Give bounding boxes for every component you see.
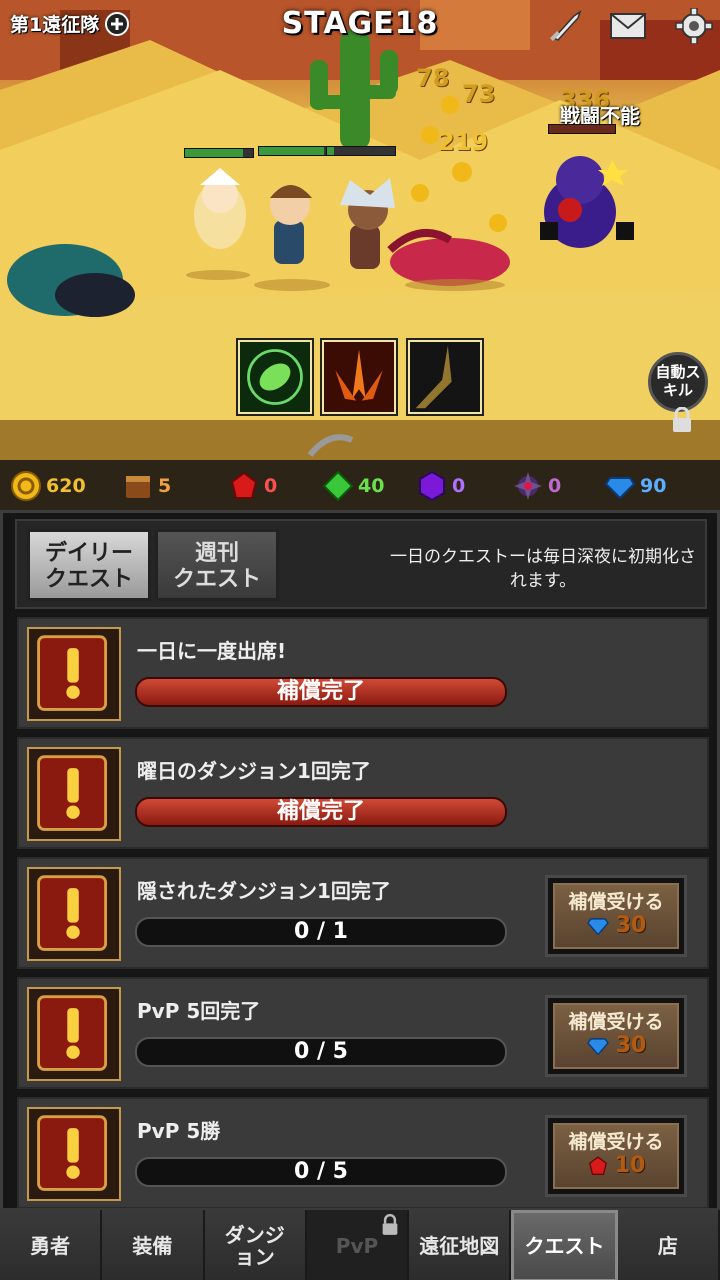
- claim-label: 補償受ける: [568, 1131, 664, 1153]
- quest-title: 一日に一度出席!: [137, 639, 287, 663]
- claim-reward-button[interactable]: 補償受ける 10: [545, 1115, 687, 1197]
- quest-title: PvP 5勝: [137, 1119, 221, 1143]
- tab-daily-quest[interactable]: デイリー クエスト: [27, 529, 151, 601]
- battle-scene: 第1遠征隊 STAGE18 78 73 219 336 戦闘不能 自動スキル: [0, 0, 720, 460]
- nav-quest[interactable]: クエスト: [511, 1210, 618, 1280]
- damage-number: 78: [416, 64, 450, 92]
- reward-amount: 30: [615, 913, 647, 938]
- claim-label: 補償受ける: [568, 1011, 664, 1033]
- currency-book: 5: [122, 470, 171, 502]
- quest-progress-bar: 補償完了: [135, 677, 507, 707]
- tab-label: デイリー クエスト: [44, 541, 133, 592]
- nav-pvp[interactable]: PvP: [306, 1210, 410, 1280]
- quest-row: 一日に一度出席! 補償完了: [17, 617, 709, 729]
- quest-book-icon: [27, 1107, 121, 1201]
- quest-reset-note: 一日のクエストーは毎日深夜に初期化されます。: [390, 547, 696, 591]
- auto-skill-label: 自動スキル: [655, 363, 701, 399]
- quest-title: 曜日のダンジョン1回完了: [137, 759, 371, 783]
- tab-label: 週刊 クエスト: [172, 541, 261, 592]
- damage-number: 73: [462, 80, 496, 108]
- quest-title: 隠されたダンジョン1回完了: [137, 879, 391, 903]
- currency-purple-gem: 0: [416, 470, 465, 502]
- quest-tab-bar: デイリー クエスト 週刊 クエスト 一日のクエストーは毎日深夜に初期化されます。: [15, 519, 707, 609]
- bottom-nav: 勇者 装備 ダンジ ョン PvP 遠征地図 クエスト 店: [0, 1208, 720, 1280]
- currency-red-gem: 0: [228, 470, 277, 502]
- lock-icon: [673, 407, 691, 432]
- currency-bar: 620 5 0 40 0 0 90: [0, 460, 720, 510]
- nav-label: 店: [657, 1234, 678, 1258]
- lock-icon: [382, 1214, 398, 1235]
- quest-progress-bar: 0 / 5: [135, 1157, 507, 1187]
- currency-dark-orb: 0: [512, 470, 561, 502]
- quest-book-icon: [27, 867, 121, 961]
- auto-skill-button[interactable]: 自動スキル: [648, 352, 708, 432]
- dark-orb-icon: [514, 472, 542, 500]
- reward-amount: 30: [615, 1033, 647, 1058]
- blue-diamond-icon: [586, 918, 609, 936]
- quest-progress-bar: 0 / 5: [135, 1037, 507, 1067]
- quest-row: PvP 5回完了 0 / 5 補償受ける 30: [17, 977, 709, 1089]
- quest-row: 曜日のダンジョン1回完了 補償完了: [17, 737, 709, 849]
- quest-row: 隠されたダンジョン1回完了 0 / 1 補償受ける 30: [17, 857, 709, 969]
- nav-label: ダンジ ョン: [224, 1223, 285, 1269]
- gear-icon[interactable]: [674, 8, 714, 44]
- flame-spikes-skill-icon[interactable]: [322, 340, 396, 414]
- currency-blue-diamond: 90: [604, 470, 666, 502]
- tab-weekly-quest[interactable]: 週刊 クエスト: [155, 529, 279, 601]
- claim-reward-button[interactable]: 補償受ける 30: [545, 875, 687, 957]
- blue-diamond-icon: [586, 1038, 609, 1056]
- mail-icon[interactable]: [608, 8, 648, 44]
- leaf-skill-icon[interactable]: [238, 340, 312, 414]
- hero-hp-bar: [184, 148, 254, 158]
- claim-reward-button[interactable]: 補償受ける 30: [545, 995, 687, 1077]
- enemy-hp-bar: [548, 124, 616, 134]
- nav-hero[interactable]: 勇者: [0, 1210, 103, 1280]
- nav-label: クエスト: [524, 1234, 605, 1258]
- blue-diamond-icon: [604, 477, 636, 500]
- quest-book-icon: [27, 627, 121, 721]
- gold-coin-icon: [11, 471, 41, 501]
- quest-title: PvP 5回完了: [137, 999, 261, 1023]
- hero-hp-bar: [258, 146, 328, 156]
- nav-expedition-map[interactable]: 遠征地図: [409, 1210, 512, 1280]
- nav-shop[interactable]: 店: [617, 1210, 720, 1280]
- quest-book-icon: [27, 747, 121, 841]
- nav-label: 装備: [132, 1234, 173, 1258]
- reward-amount: 10: [614, 1153, 646, 1178]
- nav-label: PvP: [335, 1234, 379, 1258]
- purple-gem-icon: [419, 470, 445, 502]
- red-gem-icon: [230, 471, 258, 499]
- hero-hp-bar: [326, 146, 396, 156]
- claim-label: 補償受ける: [568, 891, 664, 913]
- quest-panel: デイリー クエスト 週刊 クエスト 一日のクエストーは毎日深夜に初期化されます。…: [0, 510, 720, 1209]
- book-icon: [126, 476, 150, 498]
- quest-progress-bar: 補償完了: [135, 797, 507, 827]
- sword-icon[interactable]: [546, 8, 586, 44]
- damage-number: 219: [438, 128, 489, 156]
- quest-book-icon: [27, 987, 121, 1081]
- green-gem-icon: [322, 470, 354, 502]
- nav-label: 勇者: [30, 1234, 71, 1258]
- quest-row: PvP 5勝 0 / 5 補償受ける 10: [17, 1097, 709, 1209]
- quest-progress-bar: 0 / 1: [135, 917, 507, 947]
- currency-gold: 620: [10, 470, 86, 502]
- dark-slash-skill-icon[interactable]: [408, 340, 482, 414]
- nav-equipment[interactable]: 装備: [102, 1210, 205, 1280]
- currency-green-gem: 40: [322, 470, 384, 502]
- red-gem-icon: [588, 1156, 607, 1175]
- nav-label: 遠征地図: [419, 1234, 500, 1258]
- nav-dungeon[interactable]: ダンジ ョン: [204, 1210, 307, 1280]
